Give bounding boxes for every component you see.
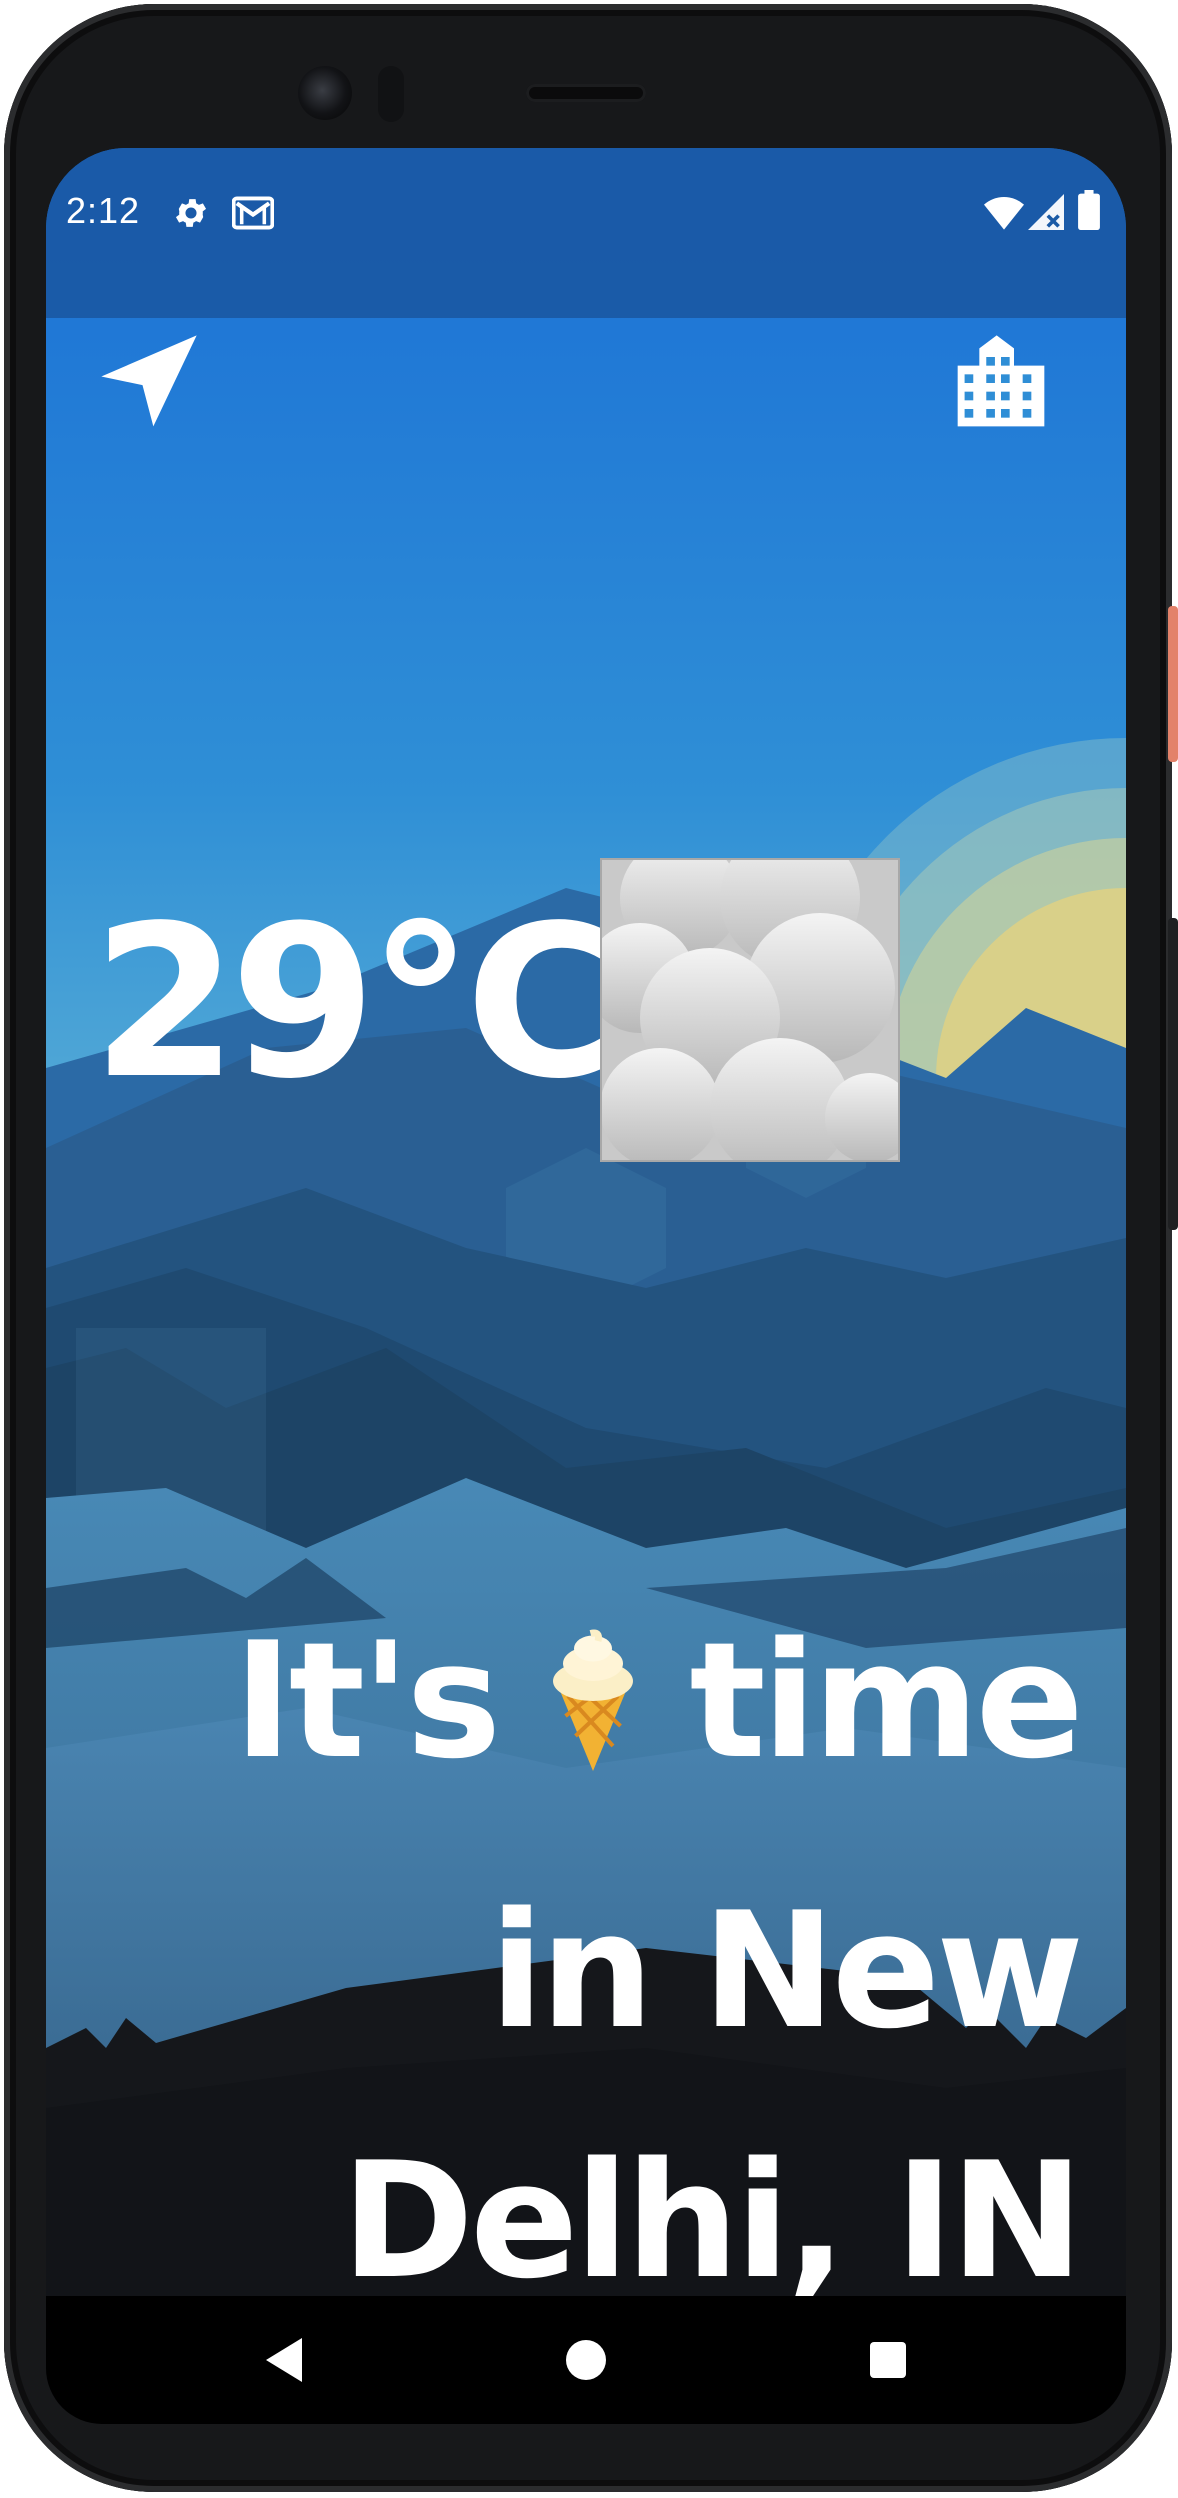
gear-icon: [172, 194, 210, 236]
recents-button[interactable]: [852, 2324, 924, 2396]
ice-cream-icon: [533, 1596, 653, 1846]
battery-icon: [1078, 190, 1100, 234]
navigation-arrow-icon: [101, 335, 197, 427]
home-circle-icon: [566, 2340, 606, 2380]
back-button[interactable]: [248, 2324, 320, 2396]
temperature-display: 29°C: [92, 898, 619, 1108]
status-time: 2:12: [66, 190, 141, 231]
front-camera: [298, 66, 352, 120]
temperature-value: 29: [92, 880, 376, 1125]
cell-signal-icon: [1028, 194, 1064, 234]
back-triangle-icon: [266, 2338, 302, 2382]
earpiece-speaker: [526, 84, 646, 102]
message-text-time: time: [689, 1607, 1084, 1794]
current-location-button[interactable]: [94, 328, 204, 438]
gmail-icon: [231, 194, 275, 236]
city-buildings-icon: [957, 335, 1045, 427]
navigation-bar: [46, 2296, 1126, 2424]
recents-square-icon: [870, 2342, 906, 2378]
power-button: [1168, 606, 1178, 762]
message-line-2: in New: [489, 1877, 1084, 2064]
message-text-its: It's: [233, 1607, 501, 1794]
volume-button: [1168, 918, 1178, 1230]
cloud-icon: [585, 828, 915, 1178]
home-button[interactable]: [550, 2324, 622, 2396]
weather-message: It's time in New Delhi, IN: [80, 1576, 1084, 2346]
message-line-1: It's time: [80, 1576, 1084, 1846]
search-city-button[interactable]: [946, 328, 1056, 438]
wifi-icon: [984, 196, 1024, 234]
temperature-unit: °C: [368, 880, 619, 1125]
screen: 2:12 29°C It's time in New Delhi, IN: [46, 148, 1126, 2424]
proximity-sensor: [378, 66, 404, 122]
